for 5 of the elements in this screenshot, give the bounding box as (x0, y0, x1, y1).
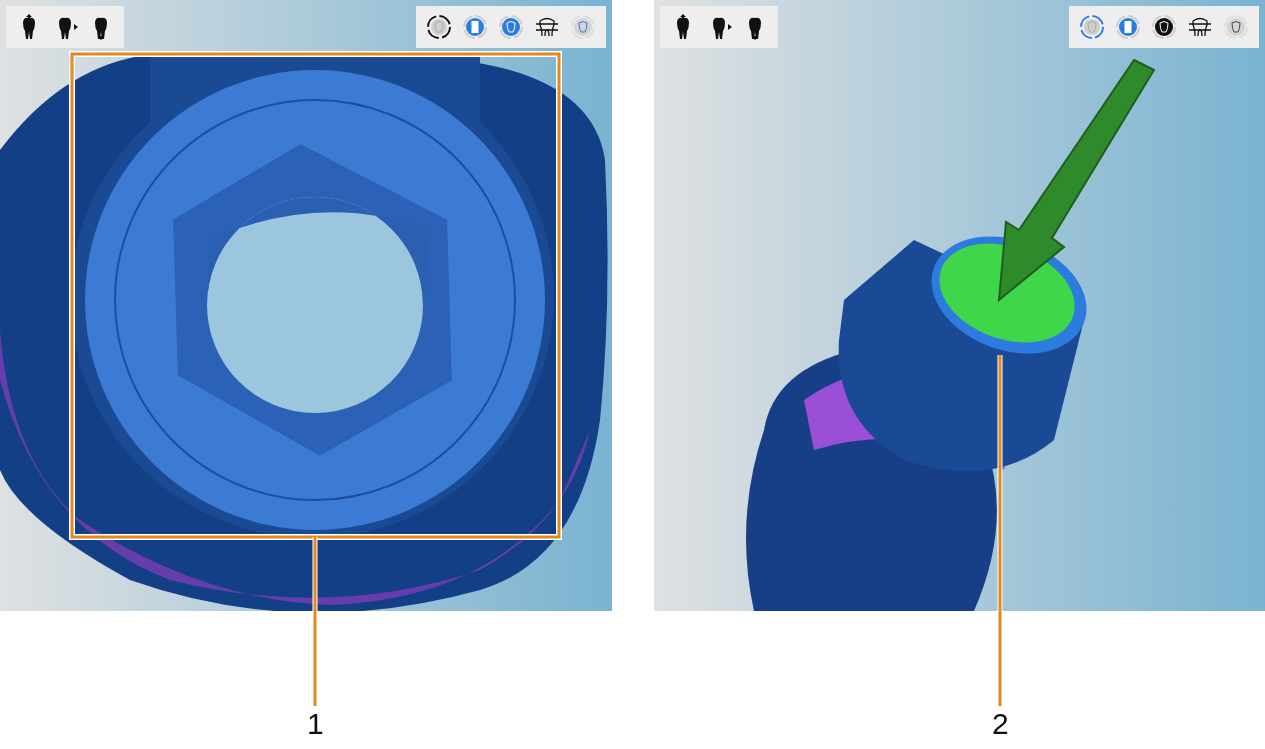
rectangle-ring-icon[interactable] (462, 14, 488, 40)
tooth-ring-icon[interactable] (426, 14, 452, 40)
rectangle-ring-icon[interactable] (1115, 14, 1141, 40)
callout-number: 1 (307, 706, 324, 742)
callout-number: 2 (992, 706, 1009, 742)
